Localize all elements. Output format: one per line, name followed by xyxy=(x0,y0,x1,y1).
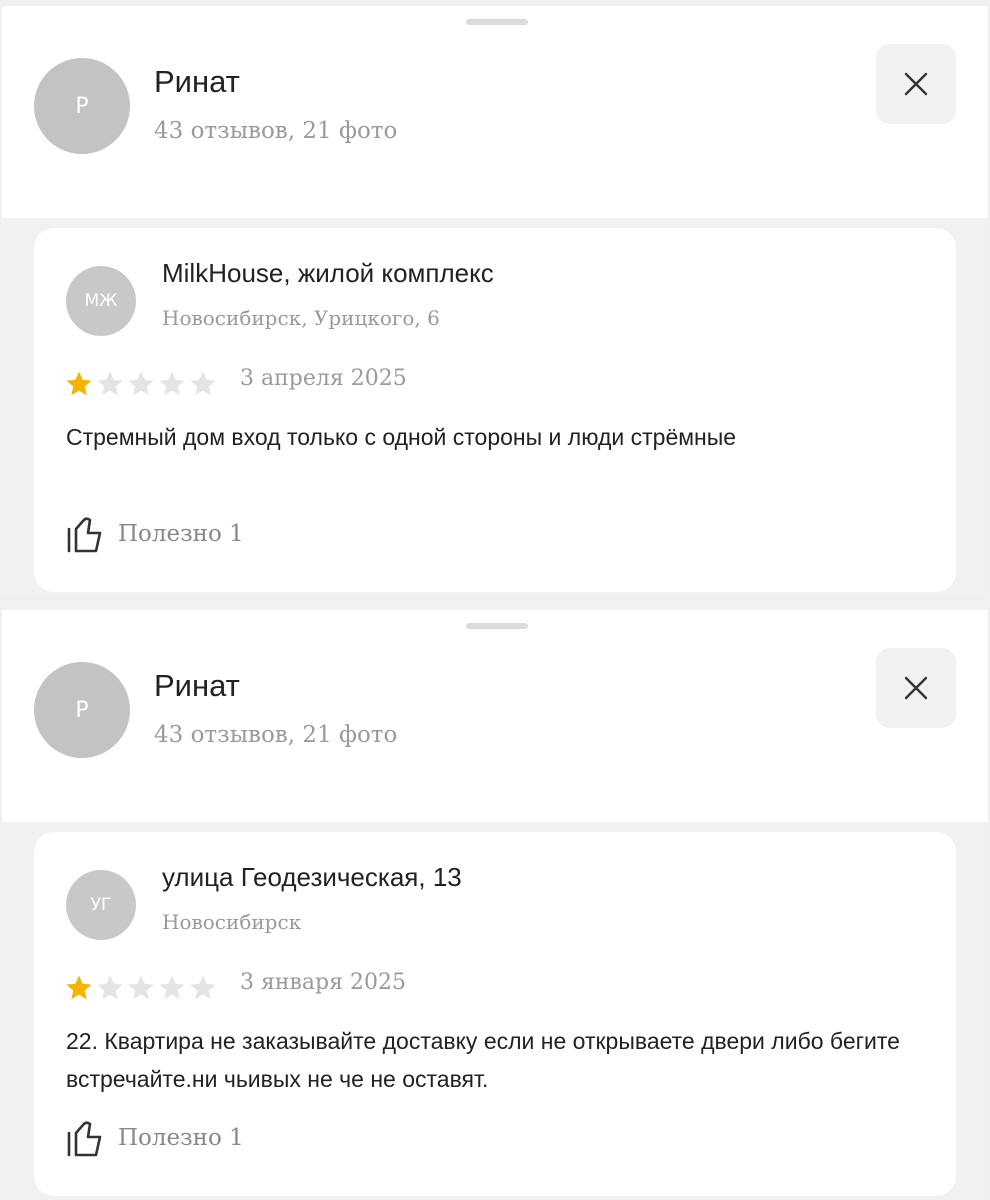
close-button[interactable] xyxy=(876,44,956,124)
review-card: МЖ MilkHouse, жилой комплекс Новосибирск… xyxy=(34,228,956,592)
place-name[interactable]: улица Геодезическая, 13 xyxy=(162,862,462,893)
user-stats: 43 отзывов, 21 фото xyxy=(154,722,398,748)
thumbs-up-icon xyxy=(67,1121,102,1157)
review-card: УГ улица Геодезическая, 13 Новосибирск 3… xyxy=(34,832,956,1196)
useful-label: Полезно 1 xyxy=(118,1125,244,1151)
place-name[interactable]: MilkHouse, жилой комплекс xyxy=(162,258,494,289)
review-sheet: Р Ринат 43 отзывов, 21 фото УГ улица Гео… xyxy=(2,610,988,1200)
rating-stars xyxy=(64,970,219,1006)
user-name[interactable]: Ринат xyxy=(154,64,240,100)
star-filled-icon xyxy=(66,371,92,396)
star-empty-icon xyxy=(97,975,123,1000)
star-empty-icon xyxy=(190,371,216,396)
star-empty-icon xyxy=(128,975,154,1000)
user-header: Р Ринат 43 отзывов, 21 фото xyxy=(2,610,988,822)
review-text: Стремный дом вход только с одной стороны… xyxy=(66,424,737,450)
user-header: Р Ринат 43 отзывов, 21 фото xyxy=(2,6,988,218)
rating-stars xyxy=(64,366,219,402)
sheet-grabber[interactable] xyxy=(466,19,528,25)
star-filled-icon xyxy=(66,975,92,1000)
star-empty-icon xyxy=(190,975,216,1000)
user-avatar[interactable]: Р xyxy=(34,662,130,758)
user-name[interactable]: Ринат xyxy=(154,668,240,704)
user-avatar[interactable]: Р xyxy=(34,58,130,154)
useful-button[interactable]: Полезно 1 xyxy=(66,514,244,554)
star-empty-icon xyxy=(128,371,154,396)
close-icon xyxy=(904,72,928,96)
place-address: Новосибирск, Урицкого, 6 xyxy=(162,306,440,330)
place-avatar[interactable]: УГ xyxy=(66,870,136,940)
place-avatar[interactable]: МЖ xyxy=(66,266,136,336)
close-button[interactable] xyxy=(876,648,956,728)
useful-button[interactable]: Полезно 1 xyxy=(66,1118,244,1158)
user-stats: 43 отзывов, 21 фото xyxy=(154,118,398,144)
star-empty-icon xyxy=(159,975,185,1000)
review-text: 22. Квартира не заказывайте доставку есл… xyxy=(66,1028,900,1092)
place-address: Новосибирск xyxy=(162,910,302,934)
star-empty-icon xyxy=(97,371,123,396)
sheet-grabber[interactable] xyxy=(466,623,528,629)
close-icon xyxy=(904,676,928,700)
star-empty-icon xyxy=(159,371,185,396)
useful-label: Полезно 1 xyxy=(118,521,244,547)
review-date: 3 апреля 2025 xyxy=(240,366,407,391)
review-sheet: Р Ринат 43 отзывов, 21 фото МЖ MilkHouse… xyxy=(2,6,988,596)
thumbs-up-icon xyxy=(67,517,102,553)
review-date: 3 января 2025 xyxy=(240,970,406,995)
